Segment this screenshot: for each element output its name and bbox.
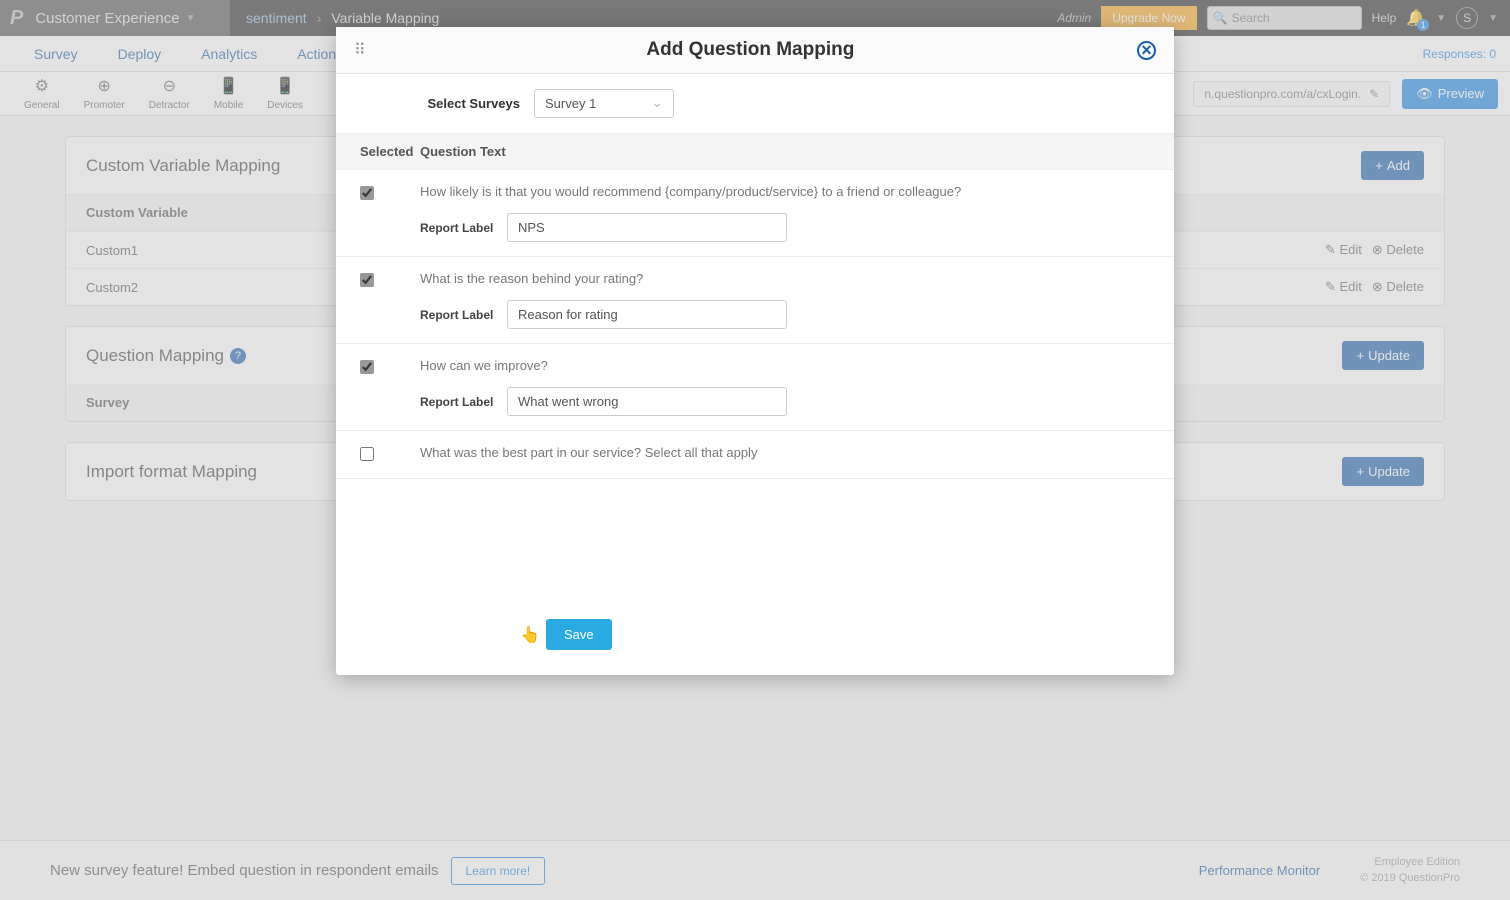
question-text: How can we improve? bbox=[420, 358, 548, 373]
question-text: What is the reason behind your rating? bbox=[420, 271, 643, 286]
question-text: How likely is it that you would recommen… bbox=[420, 184, 961, 199]
select-surveys-label: Select Surveys bbox=[360, 96, 520, 111]
report-label-input[interactable] bbox=[507, 300, 787, 329]
survey-selector-row: Select Surveys Survey 1 bbox=[336, 74, 1174, 133]
report-label-input[interactable] bbox=[507, 387, 787, 416]
survey-selected-value: Survey 1 bbox=[545, 96, 596, 111]
question-row: How can we improve? Report Label bbox=[336, 344, 1174, 431]
col-question-text-header: Question Text bbox=[420, 144, 506, 159]
modal-head: ⠿ Add Question Mapping × bbox=[336, 27, 1174, 74]
modal-title: Add Question Mapping bbox=[364, 39, 1137, 61]
report-label-label: Report Label bbox=[420, 395, 495, 409]
report-label-input[interactable] bbox=[507, 213, 787, 242]
col-selected-header: Selected bbox=[360, 144, 420, 159]
question-checkbox[interactable] bbox=[360, 186, 374, 200]
save-button[interactable]: Save bbox=[546, 619, 612, 650]
question-row: What is the reason behind your rating? R… bbox=[336, 257, 1174, 344]
modal-footer: Save bbox=[336, 479, 1174, 675]
question-checkbox[interactable] bbox=[360, 360, 374, 374]
question-row: How likely is it that you would recommen… bbox=[336, 170, 1174, 257]
close-icon[interactable]: × bbox=[1137, 41, 1156, 60]
question-checkbox[interactable] bbox=[360, 447, 374, 461]
survey-dropdown[interactable]: Survey 1 bbox=[534, 89, 674, 118]
report-label-label: Report Label bbox=[420, 221, 495, 235]
mapping-table-header: Selected Question Text bbox=[336, 133, 1174, 170]
report-label-label: Report Label bbox=[420, 308, 495, 322]
modal-overlay: ⠿ Add Question Mapping × Select Surveys … bbox=[0, 0, 1510, 900]
question-row: What was the best part in our service? S… bbox=[336, 431, 1174, 479]
question-text: What was the best part in our service? S… bbox=[420, 445, 757, 460]
modal: ⠿ Add Question Mapping × Select Surveys … bbox=[336, 27, 1174, 675]
modal-body: Select Surveys Survey 1 Selected Questio… bbox=[336, 74, 1174, 675]
question-checkbox[interactable] bbox=[360, 273, 374, 287]
drag-handle-icon[interactable]: ⠿ bbox=[354, 40, 364, 60]
